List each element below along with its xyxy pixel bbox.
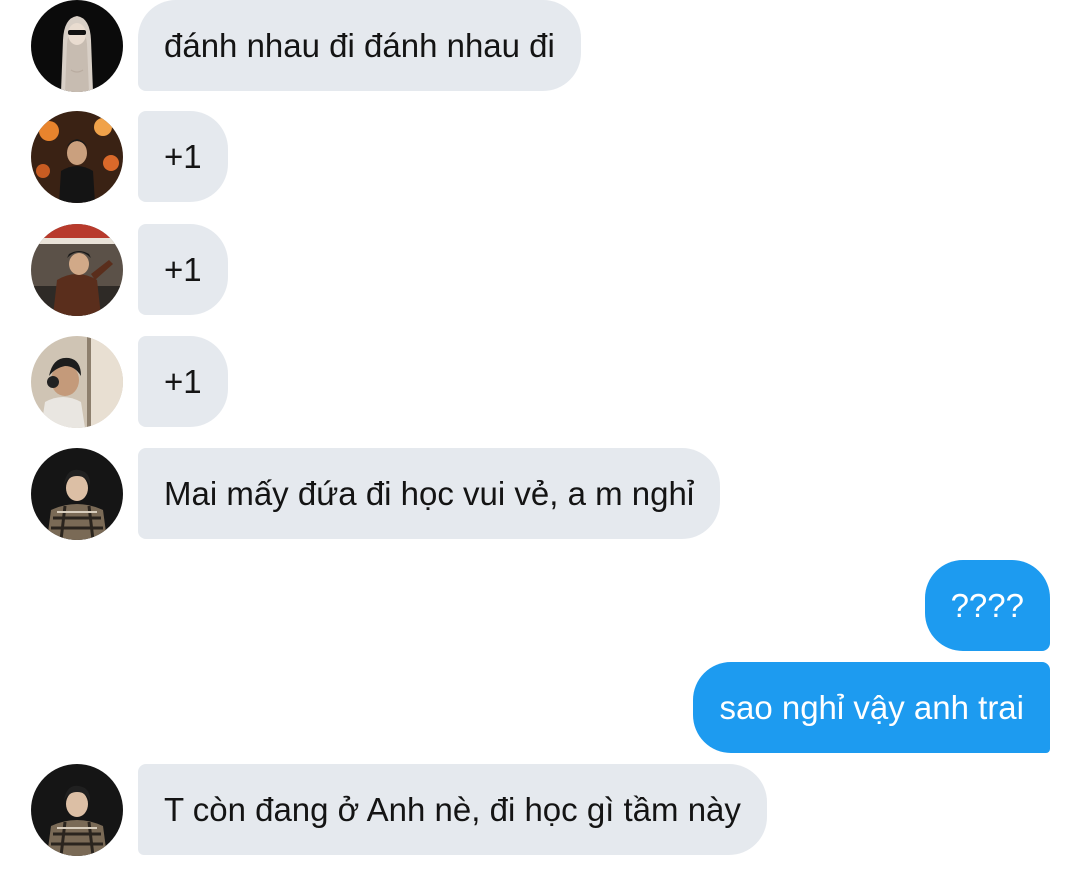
message-text: T còn đang ở Anh nè, đi học gì tầm này — [164, 791, 741, 828]
user-avatar[interactable] — [31, 336, 123, 428]
message-text: +1 — [164, 138, 202, 175]
user-avatar[interactable] — [31, 764, 123, 856]
message-text: ???? — [950, 587, 1024, 624]
message-text: Mai mấy đứa đi học vui vẻ, a m nghỉ — [164, 475, 695, 512]
user-avatar-1-icon — [31, 0, 123, 92]
message-bubble[interactable]: đánh nhau đi đánh nhau đi — [138, 0, 581, 91]
user-avatar[interactable] — [31, 224, 123, 316]
user-avatar[interactable] — [31, 0, 123, 92]
message-text: +1 — [164, 363, 202, 400]
message-bubble[interactable]: ???? — [924, 560, 1050, 651]
user-avatar[interactable] — [31, 448, 123, 540]
message-text: sao nghỉ vậy anh trai — [719, 689, 1024, 726]
user-avatar-4-icon — [31, 336, 123, 428]
user-avatar-5-icon — [31, 764, 123, 856]
message-text: đánh nhau đi đánh nhau đi — [164, 27, 555, 64]
user-avatar-2-icon — [31, 111, 123, 203]
message-bubble[interactable]: Mai mấy đứa đi học vui vẻ, a m nghỉ — [138, 448, 721, 539]
message-bubble[interactable]: +1 — [138, 336, 228, 427]
message-text: +1 — [164, 251, 202, 288]
message-bubble[interactable]: sao nghỉ vậy anh trai — [693, 662, 1050, 753]
user-avatar-3-icon — [31, 224, 123, 316]
user-avatar-5-icon — [31, 448, 123, 540]
message-bubble[interactable]: +1 — [138, 111, 228, 202]
message-bubble[interactable]: +1 — [138, 224, 228, 315]
message-bubble[interactable]: T còn đang ở Anh nè, đi học gì tầm này — [138, 764, 767, 855]
user-avatar[interactable] — [31, 111, 123, 203]
message-thread: đánh nhau đi đánh nhau đi +1 +1 +1 Mai m… — [0, 0, 1080, 870]
